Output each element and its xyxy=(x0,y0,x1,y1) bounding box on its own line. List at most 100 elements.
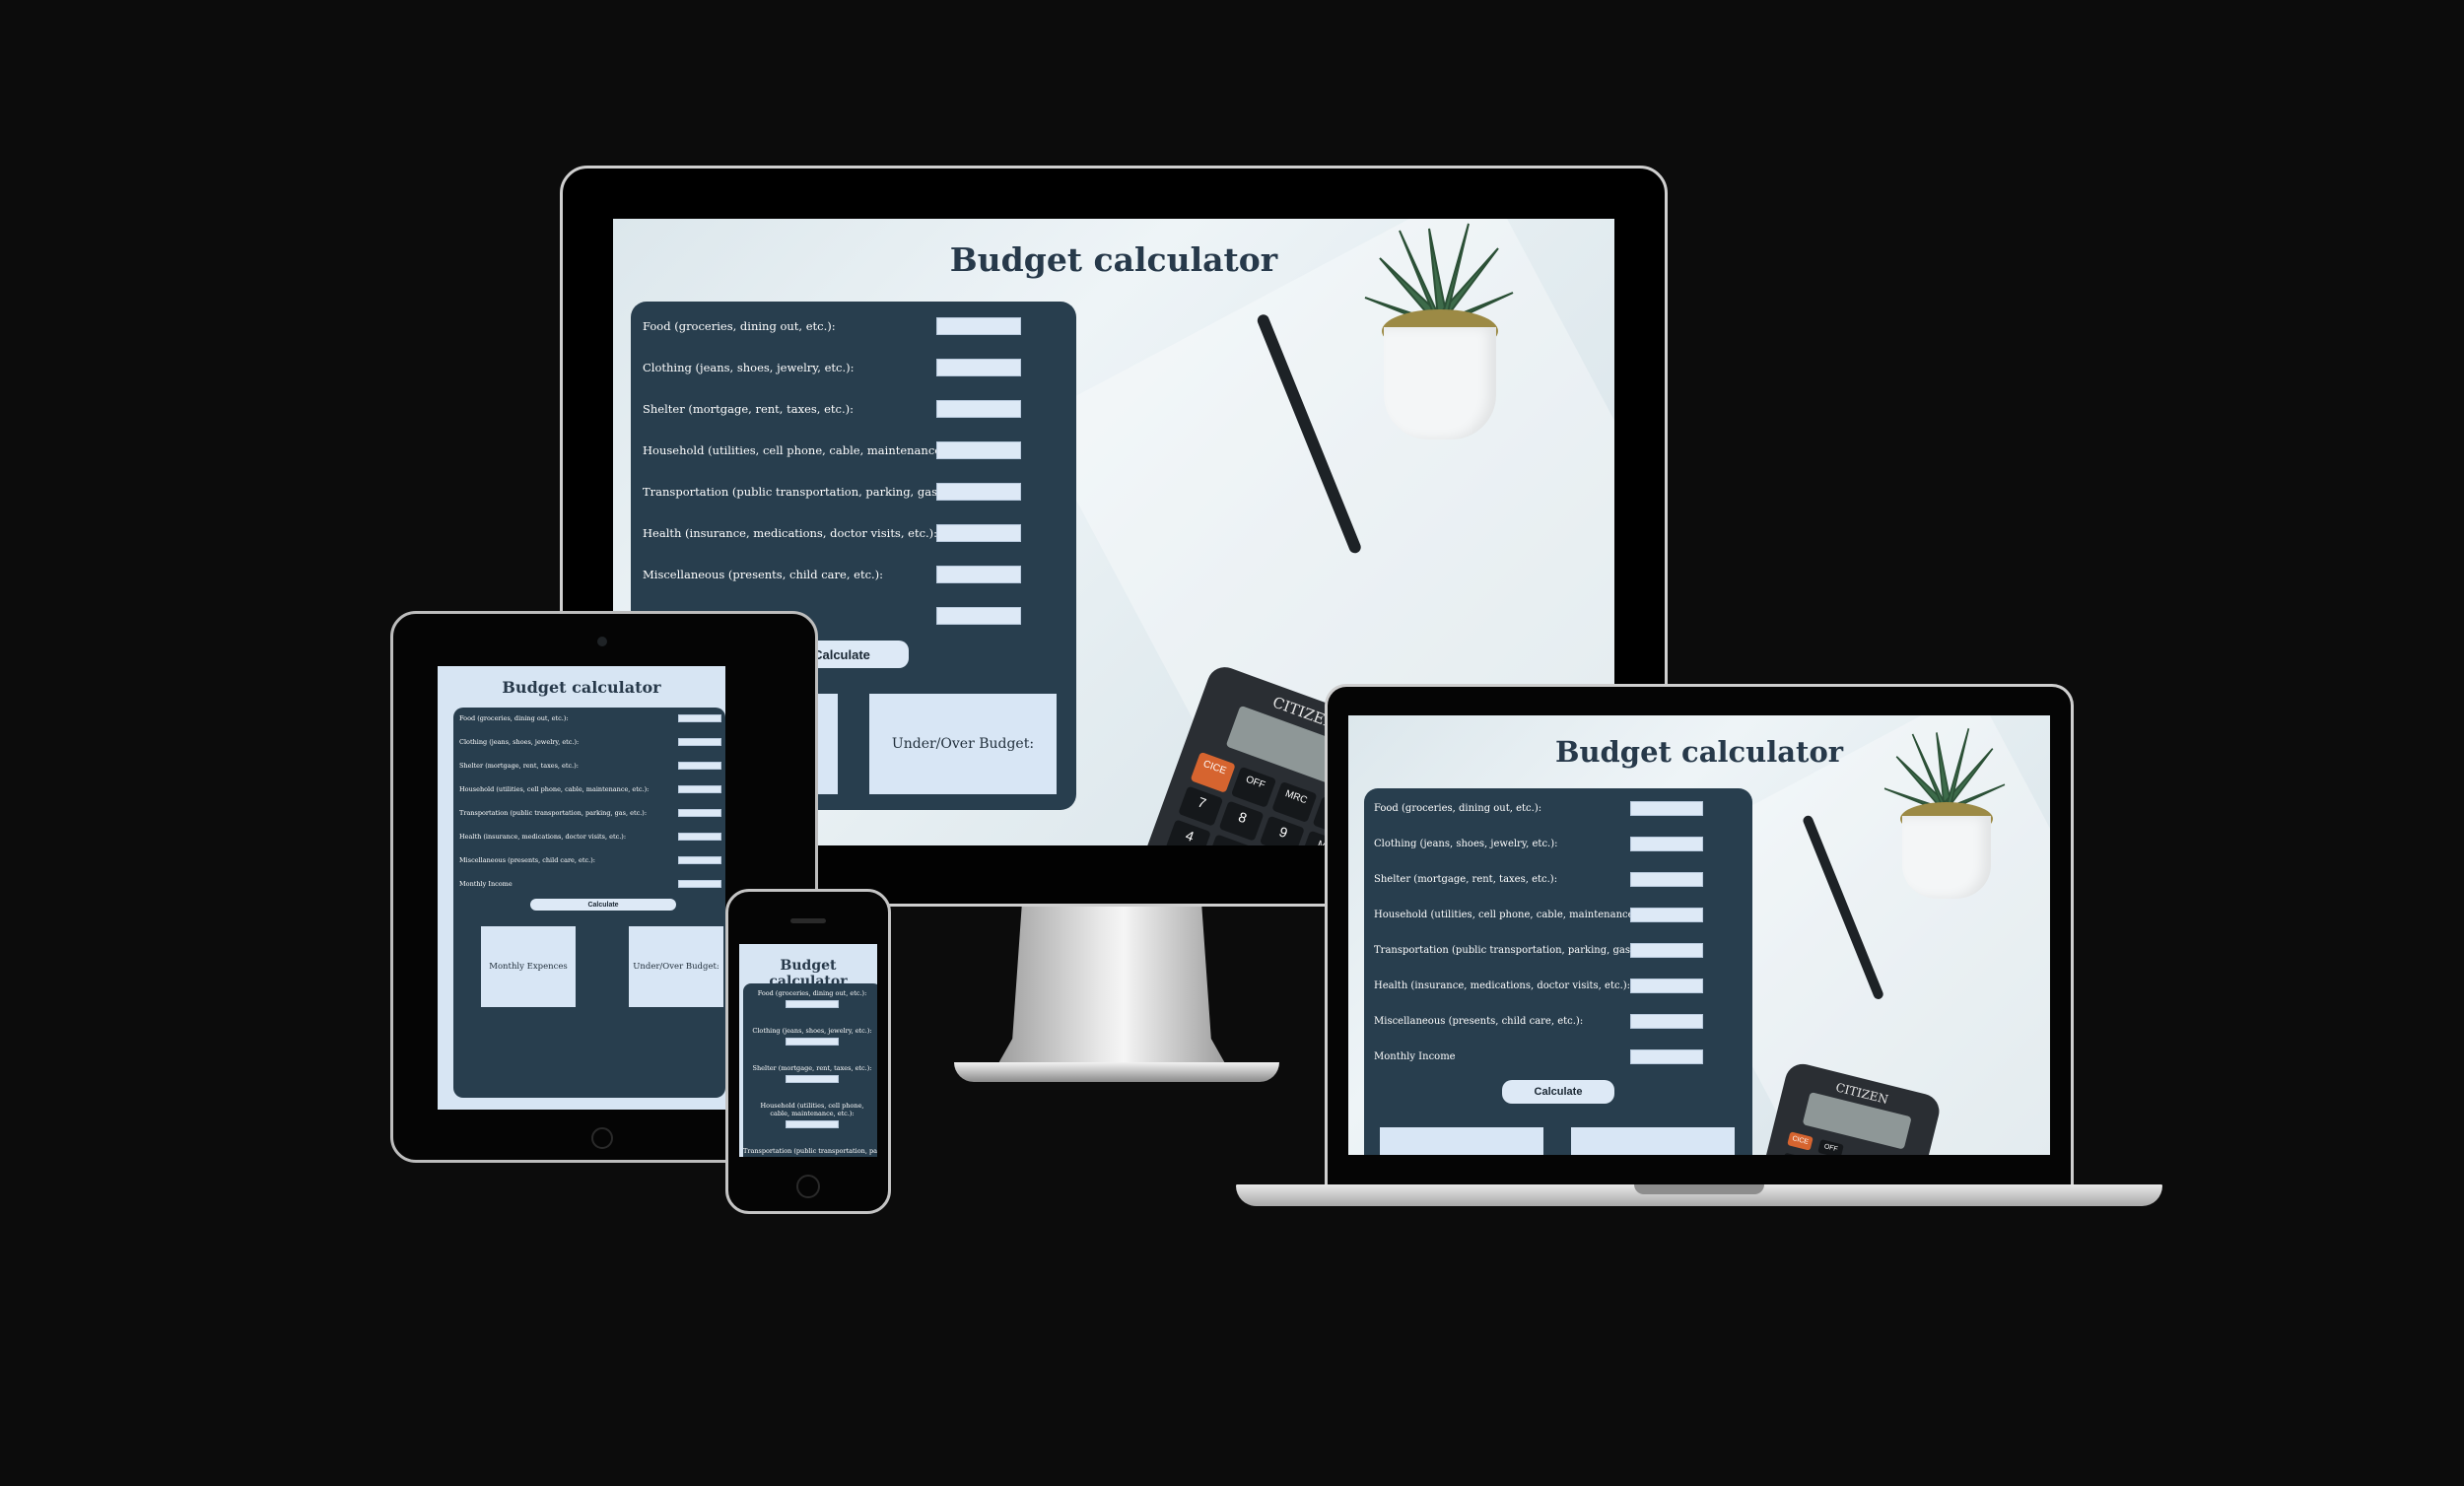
calculator-key: 7 xyxy=(1178,785,1224,827)
field-label: Clothing (jeans, shoes, jewelry, etc.): xyxy=(752,1027,872,1035)
under-over-budget-label: Under/Over Budget: xyxy=(633,962,719,972)
calculator-key: OFF xyxy=(1817,1139,1844,1155)
shelter-input[interactable] xyxy=(786,1075,839,1083)
calculate-button[interactable]: Calculate xyxy=(1502,1080,1614,1104)
miscellaneous-input[interactable] xyxy=(1630,1014,1703,1029)
form-row-food: Food (groceries, dining out, etc.): xyxy=(743,989,877,1008)
phone-home-button-icon[interactable] xyxy=(796,1175,820,1198)
laptop-screen: Budget calculator CITIZEN CICE OFF Food … xyxy=(1348,715,2050,1155)
form-row-health: Health (insurance, medications, doctor v… xyxy=(453,832,725,844)
form-row-shelter: Shelter (mortgage, rent, taxes, etc.): xyxy=(453,761,725,773)
budget-form: Food (groceries, dining out, etc.): Clot… xyxy=(1364,788,1752,1155)
form-row-monthly-income: Monthly Income xyxy=(453,879,725,891)
health-input[interactable] xyxy=(1630,979,1703,993)
form-row-miscellaneous: Miscellaneous (presents, child care, etc… xyxy=(1364,1013,1752,1031)
household-input[interactable] xyxy=(936,441,1021,459)
food-input[interactable] xyxy=(1630,801,1703,816)
form-row-monthly-income: Monthly Income xyxy=(1364,1048,1752,1066)
form-row-transportation: Transportation (public transportation, p… xyxy=(631,481,1076,503)
shelter-input[interactable] xyxy=(1630,872,1703,887)
field-label: Monthly Income xyxy=(459,880,513,888)
form-row-clothing: Clothing (jeans, shoes, jewelry, etc.): xyxy=(743,1027,877,1046)
transportation-input[interactable] xyxy=(1630,943,1703,958)
field-label: Shelter (mortgage, rent, taxes, etc.): xyxy=(752,1064,872,1072)
clothing-input[interactable] xyxy=(936,359,1021,376)
tablet-camera-icon xyxy=(597,637,607,646)
field-label: Monthly Income xyxy=(1374,1051,1456,1062)
under-over-budget-box: Under/Over Budget: xyxy=(629,926,723,1007)
transportation-input[interactable] xyxy=(678,809,721,817)
food-input[interactable] xyxy=(678,714,721,722)
form-row-shelter: Shelter (mortgage, rent, taxes, etc.): xyxy=(1364,871,1752,889)
calculator-key: CICE xyxy=(1787,1131,1814,1151)
household-input[interactable] xyxy=(678,785,721,793)
food-input[interactable] xyxy=(786,1000,839,1008)
clothing-input[interactable] xyxy=(678,738,721,746)
monitor-stand xyxy=(993,905,1230,1072)
calculate-button[interactable]: Calculate xyxy=(530,899,676,911)
field-label: Shelter (mortgage, rent, taxes, etc.): xyxy=(1374,874,1558,885)
miscellaneous-input[interactable] xyxy=(678,856,721,864)
calculator-display xyxy=(1802,1092,1912,1150)
field-label: Miscellaneous (presents, child care, etc… xyxy=(1374,1016,1584,1027)
form-row-shelter: Shelter (mortgage, rent, taxes, etc.): xyxy=(631,398,1076,420)
form-row-clothing: Clothing (jeans, shoes, jewelry, etc.): xyxy=(1364,836,1752,853)
household-input[interactable] xyxy=(1630,908,1703,922)
field-label: Clothing (jeans, shoes, jewelry, etc.): xyxy=(459,738,580,746)
form-row-transportation: Transportation (public transportation, p… xyxy=(743,1147,877,1155)
field-label: Shelter (mortgage, rent, taxes, etc.): xyxy=(459,762,579,770)
form-row-clothing: Clothing (jeans, shoes, jewelry, etc.): xyxy=(453,737,725,749)
clothing-input[interactable] xyxy=(1630,837,1703,851)
tablet-screen: Budget calculator Food (groceries, dinin… xyxy=(438,666,725,1110)
form-row-food: Food (groceries, dining out, etc.): xyxy=(631,315,1076,337)
field-label: Household (utilities, cell phone, cable,… xyxy=(459,785,650,793)
clothing-input[interactable] xyxy=(786,1038,839,1046)
form-row-household: Household (utilities, cell phone, cable,… xyxy=(743,1102,877,1128)
under-over-budget-label: Under/Over Budget: xyxy=(891,736,1035,752)
phone-speaker xyxy=(790,918,826,923)
plant-pot xyxy=(1384,327,1496,439)
health-input[interactable] xyxy=(936,524,1021,542)
field-label: Transportation (public transportation, p… xyxy=(643,485,975,499)
monthly-income-input[interactable] xyxy=(936,607,1021,625)
household-input[interactable] xyxy=(786,1120,839,1128)
field-label: Clothing (jeans, shoes, jewelry, etc.): xyxy=(1374,839,1558,849)
transportation-input[interactable] xyxy=(936,483,1021,501)
page-title: Budget calculator xyxy=(502,678,661,697)
field-label: Household (utilities, cell phone, cable,… xyxy=(643,443,979,457)
calculator-key: CICE xyxy=(1190,751,1236,793)
laptop-device: Budget calculator CITIZEN CICE OFF Food … xyxy=(1236,684,2162,1216)
field-label: Health (insurance, medications, doctor v… xyxy=(459,833,627,841)
shelter-input[interactable] xyxy=(678,762,721,770)
budget-form: Food (groceries, dining out, etc.): Clot… xyxy=(743,983,877,1157)
form-row-miscellaneous: Miscellaneous (presents, child care, etc… xyxy=(631,564,1076,585)
monthly-income-input[interactable] xyxy=(678,880,721,888)
field-label: Food (groceries, dining out, etc.): xyxy=(459,714,569,722)
form-row-transportation: Transportation (public transportation, p… xyxy=(1364,942,1752,960)
field-label: Miscellaneous (presents, child care, etc… xyxy=(643,568,884,581)
field-label: Transportation (public transportation, p… xyxy=(459,809,648,817)
form-row-transportation: Transportation (public transportation, p… xyxy=(453,808,725,820)
form-row-health: Health (insurance, medications, doctor v… xyxy=(1364,978,1752,995)
budget-form: Food (groceries, dining out, etc.): Clot… xyxy=(453,708,725,1098)
field-label: Transportation (public transportation, p… xyxy=(1374,945,1663,956)
health-input[interactable] xyxy=(678,833,721,841)
monthly-income-input[interactable] xyxy=(1630,1049,1703,1064)
form-row-household: Household (utilities, cell phone, cable,… xyxy=(1364,907,1752,924)
form-row-food: Food (groceries, dining out, etc.): xyxy=(453,713,725,725)
field-label: Food (groceries, dining out, etc.): xyxy=(1374,803,1542,814)
monitor-base xyxy=(954,1062,1279,1082)
phone-device: Budget calculator Food (groceries, dinin… xyxy=(725,889,891,1214)
form-row-food: Food (groceries, dining out, etc.): xyxy=(1364,800,1752,818)
miscellaneous-input[interactable] xyxy=(936,566,1021,583)
monthly-expences-label: Monthly Expences xyxy=(489,962,568,972)
field-label: Shelter (mortgage, rent, taxes, etc.): xyxy=(643,402,854,416)
form-row-household: Household (utilities, cell phone, cable,… xyxy=(631,439,1076,461)
food-input[interactable] xyxy=(936,317,1021,335)
monthly-expences-box: Monthly Expences xyxy=(481,926,576,1007)
field-label: Food (groceries, dining out, etc.): xyxy=(643,319,836,333)
shelter-input[interactable] xyxy=(936,400,1021,418)
calculator-key: MRC xyxy=(1781,1152,1809,1155)
tablet-home-button-icon[interactable] xyxy=(591,1127,613,1149)
under-over-budget-box xyxy=(1571,1127,1735,1155)
